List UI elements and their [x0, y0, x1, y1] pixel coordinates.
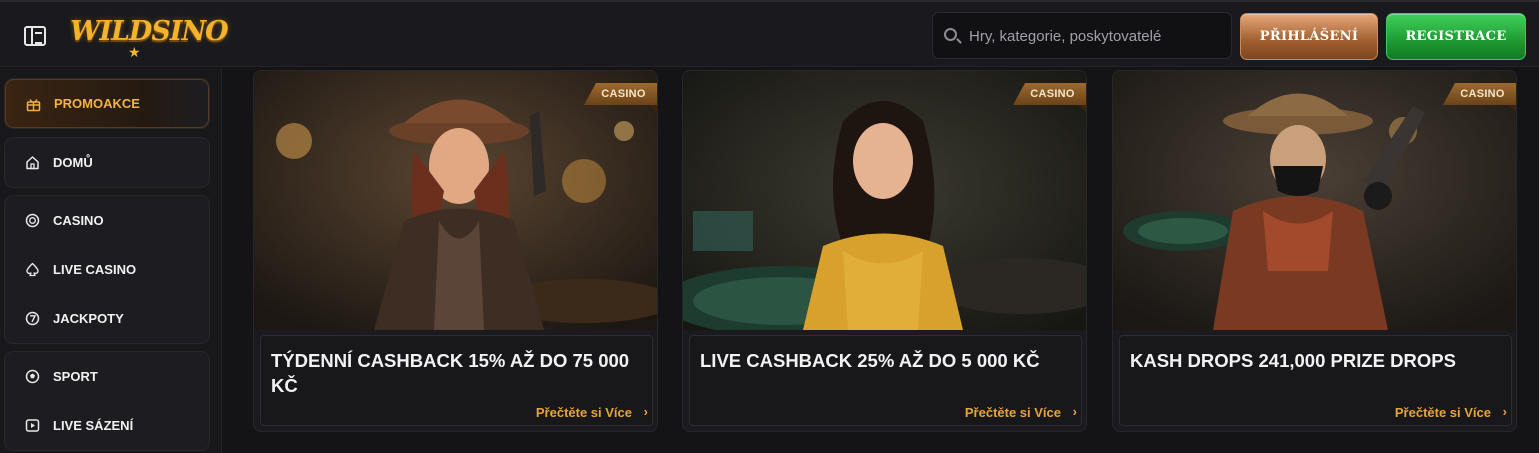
search-icon	[944, 28, 957, 41]
promo-image-live-dealer	[683, 71, 1086, 330]
category-badge: CASINO	[1013, 83, 1086, 105]
sidebar-item-label: CASINO	[53, 213, 104, 228]
gift-icon	[26, 97, 41, 112]
nav-group-home: DOMŮ	[4, 137, 210, 188]
jackpot-7-icon	[25, 311, 40, 326]
sidebar-item-jackpoty[interactable]: JACKPOTY	[5, 294, 209, 343]
spade-icon	[25, 262, 40, 277]
star-icon: ★	[128, 44, 141, 60]
sidebar-item-label: LIVE SÁZENÍ	[53, 418, 134, 433]
promo-card-body: LIVE CASHBACK 25% AŽ DO 5 000 KČ Přečtět…	[689, 335, 1082, 426]
read-more-link[interactable]: Přečtěte si Více	[536, 405, 632, 420]
promo-card[interactable]: CASINO TÝDENNÍ CASHBACK 15% AŽ DO 75 000…	[253, 70, 658, 432]
chevron-right-icon: ›	[1072, 404, 1077, 419]
promo-card-body: KASH DROPS 241,000 PRIZE DROPS Přečtěte …	[1119, 335, 1512, 426]
category-badge: CASINO	[584, 83, 657, 105]
login-button[interactable]: PŘIHLÁŠENÍ	[1240, 13, 1378, 60]
promo-image-cowboy	[1113, 71, 1516, 330]
sidebar-item-label: PROMOAKCE	[54, 96, 140, 111]
sidebar-item-label: DOMŮ	[53, 155, 93, 170]
sidebar: PROMOAKCE DOMŮ CASINO LIVE CASINO JACKPO…	[0, 68, 222, 453]
promo-card[interactable]: CASINO KASH DROPS 241,000 PRIZE DROPS Př…	[1112, 70, 1517, 432]
sidebar-item-domu[interactable]: DOMŮ	[5, 138, 209, 187]
chip-icon	[25, 213, 40, 228]
top-header: WILDSINO ★ PŘIHLÁŠENÍ REGISTRACE	[0, 0, 1539, 67]
read-more-link[interactable]: Přečtěte si Více	[965, 405, 1061, 420]
chevron-right-icon: ›	[643, 404, 648, 419]
ball-icon	[25, 369, 40, 384]
nav-group-sport: SPORT LIVE SÁZENÍ	[4, 351, 210, 451]
sidebar-item-live-sazeni[interactable]: LIVE SÁZENÍ	[5, 401, 209, 450]
site-logo[interactable]: WILDSINO ★	[70, 10, 229, 60]
chevron-right-icon: ›	[1502, 404, 1507, 419]
nav-group-promo: PROMOAKCE	[4, 78, 210, 129]
sidebar-toggle-icon[interactable]	[24, 26, 46, 46]
category-badge: CASINO	[1443, 83, 1516, 105]
play-icon	[25, 418, 40, 433]
promo-title: TÝDENNÍ CASHBACK 15% AŽ DO 75 000 KČ	[271, 350, 630, 396]
search-input[interactable]	[969, 24, 1224, 48]
promo-card-body: TÝDENNÍ CASHBACK 15% AŽ DO 75 000 KČ Pře…	[260, 335, 653, 426]
sidebar-item-label: SPORT	[53, 369, 98, 384]
logo-text: WILDSINO	[70, 16, 229, 47]
register-button[interactable]: REGISTRACE	[1386, 13, 1526, 60]
promo-image-cowgirl	[254, 71, 657, 330]
home-icon	[25, 155, 40, 170]
search-box[interactable]	[932, 12, 1232, 59]
promo-title: KASH DROPS 241,000 PRIZE DROPS	[1130, 350, 1456, 371]
sidebar-item-casino[interactable]: CASINO	[5, 196, 209, 245]
sidebar-item-label: JACKPOTY	[53, 311, 124, 326]
read-more-link[interactable]: Přečtěte si Více	[1395, 405, 1491, 420]
sidebar-item-live-casino[interactable]: LIVE CASINO	[5, 245, 209, 294]
sidebar-item-promoakce[interactable]: PROMOAKCE	[5, 79, 209, 128]
nav-group-casino: CASINO LIVE CASINO JACKPOTY	[4, 195, 210, 344]
promo-card[interactable]: CASINO LIVE CASHBACK 25% AŽ DO 5 000 KČ …	[682, 70, 1087, 432]
sidebar-item-sport[interactable]: SPORT	[5, 352, 209, 401]
promo-title: LIVE CASHBACK 25% AŽ DO 5 000 KČ	[700, 350, 1040, 371]
sidebar-item-label: LIVE CASINO	[53, 262, 137, 277]
